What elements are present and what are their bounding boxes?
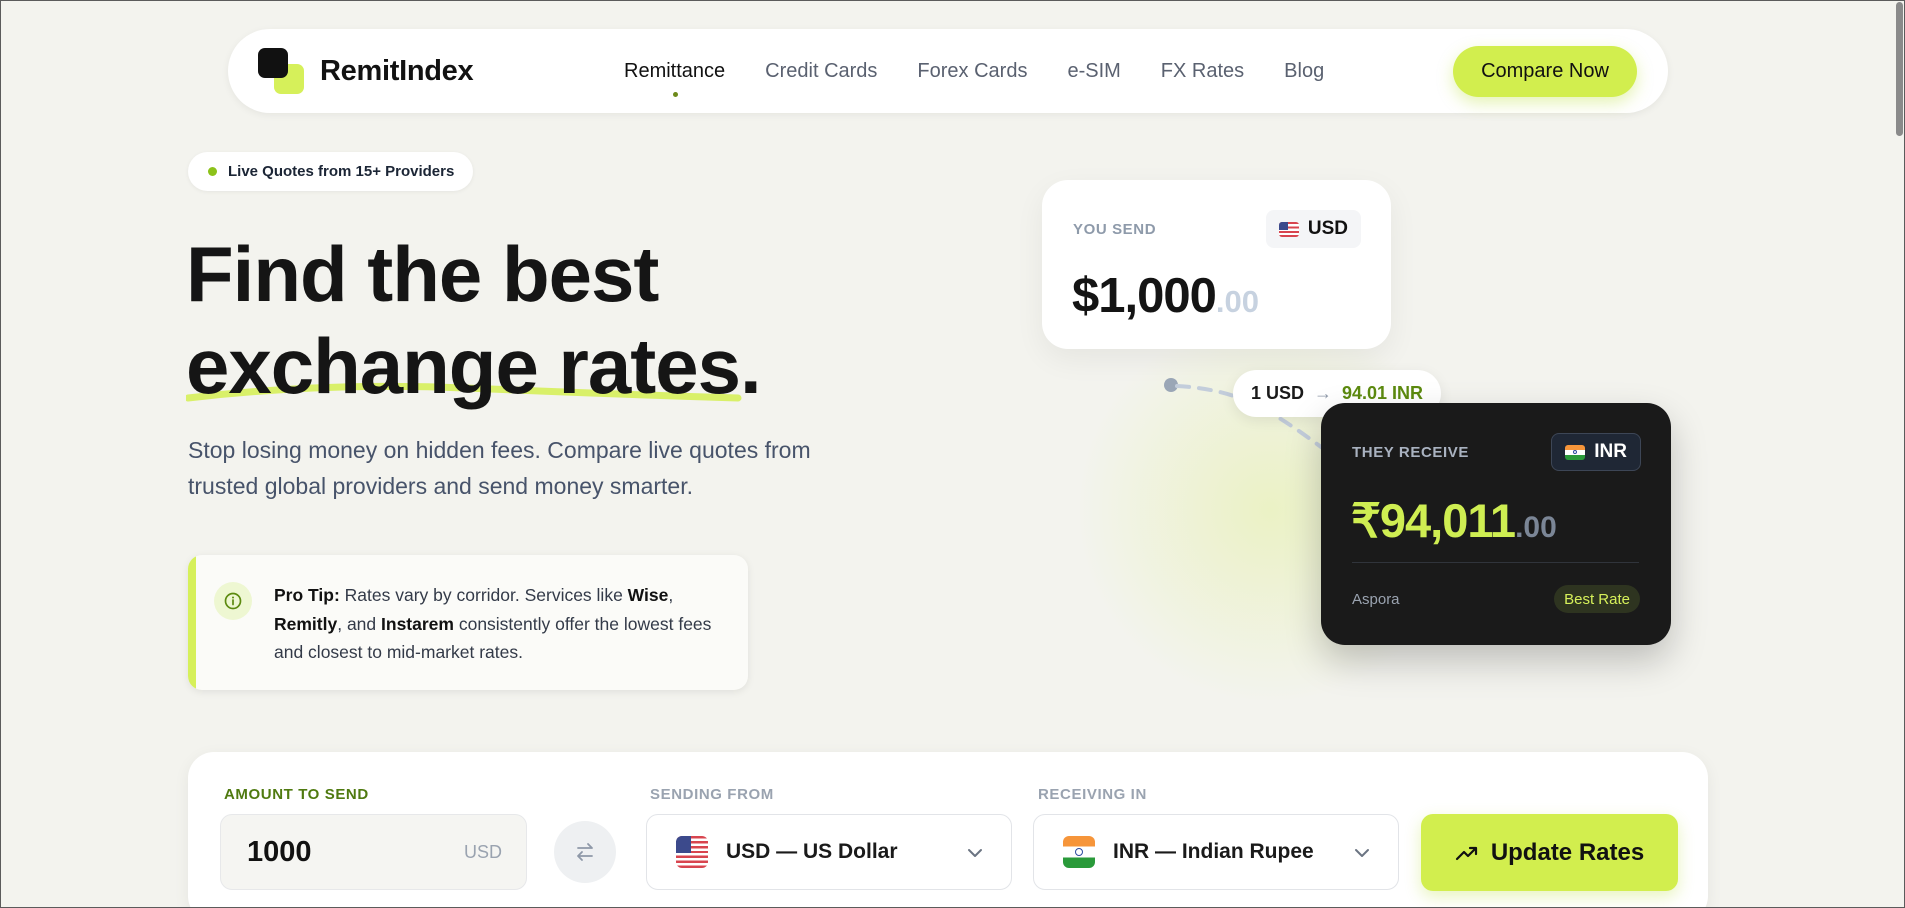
us-flag-icon: [1278, 221, 1299, 237]
swap-currencies-button[interactable]: [554, 821, 616, 883]
rate-from: 1 USD: [1250, 383, 1304, 403]
pro-tip-card: Pro Tip: Rates vary by corridor. Service…: [188, 555, 748, 690]
card-divider: [1352, 562, 1639, 563]
hero-headline: Find the best exchange rates.: [186, 228, 762, 412]
india-flag-icon: [1565, 444, 1586, 460]
update-rates-label: Update Rates: [1490, 838, 1645, 866]
brand-logo[interactable]: RemitIndex: [258, 48, 474, 94]
nav-item-blog[interactable]: Blog: [1284, 60, 1324, 83]
tip-provider-instarem: Instarem: [381, 613, 454, 634]
headline-line-1: Find the best: [186, 230, 659, 318]
amount-unit: USD: [463, 842, 502, 862]
arrow-right-icon: →: [1313, 383, 1332, 403]
you-send-label: YOU SEND: [1073, 221, 1157, 238]
chevron-down-icon: [968, 849, 982, 857]
headline-line-2: exchange rates.: [186, 322, 762, 410]
best-rate-badge: Best Rate: [1554, 585, 1640, 613]
live-quotes-text: Live Quotes from 15+ Providers: [228, 163, 455, 180]
top-navbar: RemitIndex Remittance Credit Cards Forex…: [228, 29, 1668, 113]
live-status-dot-icon: [208, 167, 217, 176]
compare-now-button[interactable]: Compare Now: [1453, 46, 1637, 97]
tip-label: Pro Tip:: [274, 585, 340, 605]
receive-amount-cents: .00: [1515, 511, 1557, 544]
receive-amount: ₹94,011.00: [1351, 493, 1557, 549]
send-amount-whole: $1,000: [1072, 269, 1217, 323]
brand-name: RemitIndex: [320, 54, 474, 87]
tip-accent-bar: [188, 555, 196, 690]
tip-provider-wise: Wise: [627, 585, 669, 605]
page-scrollbar[interactable]: [1895, 0, 1905, 908]
tip-text-part: ,: [668, 585, 674, 605]
receiving-in-label: RECEIVING IN: [1038, 786, 1147, 803]
live-quotes-badge: Live Quotes from 15+ Providers: [188, 152, 473, 191]
swap-arrows-icon: [577, 843, 593, 861]
sending-from-value: USD — US Dollar: [726, 840, 898, 863]
headline-line-2-wrap: exchange rates.: [186, 320, 762, 412]
update-rates-button[interactable]: Update Rates: [1421, 814, 1678, 891]
nav-item-credit-cards[interactable]: Credit Cards: [765, 60, 877, 83]
sending-from-label: SENDING FROM: [650, 786, 774, 803]
provider-name: Aspora: [1352, 591, 1400, 608]
send-currency-code: USD: [1307, 218, 1348, 239]
logo-mark-icon: [258, 48, 304, 94]
tip-provider-remitly: Remitly: [274, 613, 338, 634]
send-amount: $1,000.00: [1072, 268, 1259, 324]
pro-tip-text: Pro Tip: Rates vary by corridor. Service…: [274, 581, 729, 667]
receiving-in-select[interactable]: INR — Indian Rupee: [1033, 814, 1399, 890]
amount-to-send-label: AMOUNT TO SEND: [224, 786, 369, 803]
amount-field-wrap: USD: [220, 814, 527, 890]
rate-to: 94.01 INR: [1341, 383, 1424, 403]
us-flag-icon: [676, 836, 708, 868]
nav-item-forex-cards[interactable]: Forex Cards: [917, 60, 1027, 83]
trending-up-icon: [1455, 846, 1477, 860]
receive-currency-code: INR: [1594, 441, 1627, 462]
receive-amount-whole: ₹94,011: [1351, 494, 1516, 547]
they-receive-label: THEY RECEIVE: [1352, 444, 1469, 461]
send-currency-pill: USD: [1265, 210, 1361, 248]
chevron-down-icon: [1355, 849, 1369, 857]
scrollbar-thumb[interactable]: [1896, 2, 1903, 136]
receive-currency-pill: INR: [1551, 433, 1641, 471]
they-receive-card: THEY RECEIVE INR ₹94,011.00 Aspora Best …: [1321, 403, 1671, 645]
nav-links: Remittance Credit Cards Forex Cards e-SI…: [624, 29, 1364, 113]
tip-text-part: , and: [337, 613, 382, 634]
info-icon: [214, 582, 252, 620]
hero-subtitle: Stop losing money on hidden fees. Compar…: [188, 437, 811, 499]
nav-item-fx-rates[interactable]: FX Rates: [1161, 60, 1244, 83]
you-send-card: YOU SEND USD $1,000.00: [1042, 180, 1391, 349]
amount-input[interactable]: [221, 815, 461, 889]
sending-from-select[interactable]: USD — US Dollar: [646, 814, 1012, 890]
send-amount-cents: .00: [1215, 284, 1259, 319]
india-flag-icon: [1063, 836, 1095, 868]
nav-item-esim[interactable]: e-SIM: [1067, 60, 1120, 83]
tip-text-part: Rates vary by corridor. Services like: [339, 585, 628, 605]
receiving-in-value: INR — Indian Rupee: [1113, 840, 1314, 863]
nav-item-remittance[interactable]: Remittance: [624, 60, 725, 97]
converter-panel: AMOUNT TO SEND SENDING FROM RECEIVING IN…: [188, 752, 1708, 908]
